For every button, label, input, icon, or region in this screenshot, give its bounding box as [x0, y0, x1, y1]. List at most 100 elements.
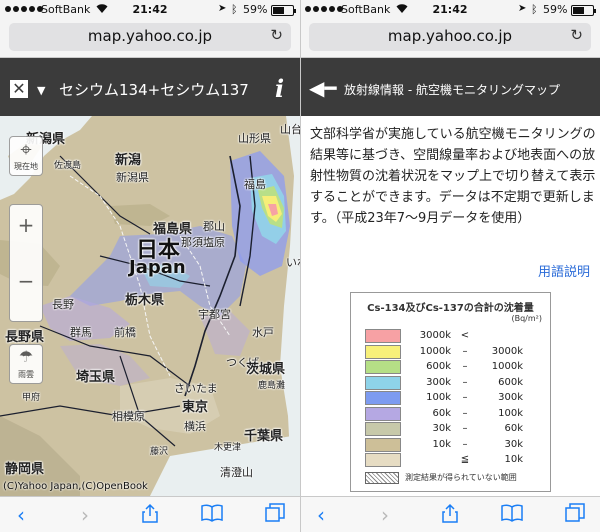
- map-screen: SoftBank 21:42 ➤ ᛒ 59% map.yahoo.co.jp ↻…: [0, 0, 300, 532]
- legend-separator: ≦: [460, 454, 470, 465]
- legend-from: 30k: [432, 423, 451, 434]
- zoom-control: + −: [9, 204, 43, 322]
- map-label: 長野: [52, 298, 74, 311]
- legend-separator: –: [462, 376, 468, 388]
- status-bar: SoftBank 21:42 ➤ ᛒ 59%: [0, 0, 300, 20]
- deposition-legend: Cs-134及びCs-137の合計の沈着量 (Bq/m²) 3000k <1000…: [350, 292, 551, 492]
- glossary-link[interactable]: 用語説明: [538, 261, 590, 280]
- legend-from: [409, 454, 451, 465]
- map-header: ✕ ▼ セシウム134+セシウム137 i: [0, 58, 300, 116]
- legend-to: 1000k: [491, 361, 523, 372]
- legend-row: 3000k <: [365, 329, 545, 343]
- legend-separator: –: [462, 438, 468, 450]
- legend-range: 1000k – 3000k: [409, 346, 545, 357]
- zoom-out-icon[interactable]: −: [10, 269, 42, 293]
- legend-row: 600k – 1000k: [365, 360, 545, 374]
- bookmarks-icon[interactable]: [199, 503, 225, 527]
- back-icon[interactable]: ‹: [8, 503, 34, 527]
- map-label: 藤沢: [150, 447, 169, 457]
- reload-icon[interactable]: ↻: [570, 26, 583, 44]
- legend-separator: –: [462, 392, 468, 403]
- legend-range: 10k – 30k: [409, 439, 545, 450]
- location-arrow-icon: ➤: [518, 3, 527, 14]
- share-icon[interactable]: [137, 503, 163, 527]
- map-label: 鹿島灘: [258, 381, 286, 391]
- legend-unit: (Bq/m²): [511, 314, 542, 323]
- legend-no-data-label: 測定結果が得られていない範囲: [405, 473, 517, 482]
- forward-icon[interactable]: ›: [72, 503, 98, 527]
- map-label: 前橋: [114, 326, 136, 339]
- close-icon[interactable]: ✕: [10, 80, 28, 98]
- current-location-label: 現在地: [14, 162, 38, 171]
- legend-swatch: [365, 391, 401, 405]
- map-label: 福島: [244, 178, 266, 191]
- tabs-icon[interactable]: [262, 503, 288, 527]
- legend-row: 10k – 30k: [365, 437, 545, 452]
- rain-cloud-button[interactable]: ☂ 雨雲: [9, 344, 43, 384]
- address-bar: map.yahoo.co.jp ↻: [300, 20, 600, 58]
- back-arrow-icon[interactable]: ◀━: [309, 76, 336, 100]
- battery-icon: [271, 5, 296, 16]
- browser-toolbar: ‹ ›: [0, 496, 300, 532]
- map-copyright: (C)Yahoo Japan,(C)OpenBook: [3, 481, 148, 492]
- info-header: ◀━ 放射線情報 - 航空機モニタリングマップ: [300, 58, 600, 116]
- forward-icon[interactable]: ›: [372, 503, 398, 527]
- legend-range: ≦ 10k: [409, 454, 545, 465]
- legend-row: ≦ 10k: [365, 453, 545, 467]
- legend-row: 60k – 100k: [365, 406, 545, 421]
- legend-from: 100k: [426, 392, 451, 403]
- legend-row: 300k – 600k: [365, 375, 545, 390]
- info-screen: SoftBank 21:42 ➤ ᛒ 59% map.yahoo.co.jp ↻…: [300, 0, 600, 532]
- layer-dropdown-icon[interactable]: ▼: [37, 84, 45, 97]
- bluetooth-icon: ᛒ: [531, 3, 538, 16]
- info-button[interactable]: i: [275, 74, 284, 103]
- legend-range: 600k – 1000k: [409, 361, 545, 372]
- legend-range: 3000k <: [409, 330, 545, 341]
- map-label: 新潟県: [116, 171, 149, 184]
- browser-toolbar: ‹ ›: [300, 496, 600, 532]
- map-label: 栃木県: [125, 293, 165, 308]
- info-title: 放射線情報 - 航空機モニタリングマップ: [344, 83, 560, 97]
- url-field[interactable]: map.yahoo.co.jp ↻: [309, 23, 591, 51]
- legend-from: 600k: [426, 361, 451, 372]
- legend-separator: <: [460, 330, 470, 341]
- legend-from: 3000k: [419, 330, 451, 341]
- map-canvas[interactable]: 新潟県 佐渡島 新潟 新潟県 山形県 山台 福島 福島県 郡山 那須塩原 日本 …: [0, 116, 300, 496]
- back-icon[interactable]: ‹: [308, 503, 334, 527]
- layer-title[interactable]: セシウム134+セシウム137: [59, 79, 249, 100]
- legend-to: 30k: [504, 438, 523, 450]
- map-label: 横浜: [184, 420, 206, 433]
- map-label: 相模原: [112, 410, 145, 423]
- map-label: 水戸: [252, 326, 274, 339]
- legend-swatch: [365, 344, 401, 359]
- legend-to: [479, 330, 523, 341]
- legend-from: 1000k: [419, 345, 451, 357]
- location-arrow-icon: ➤: [218, 3, 227, 14]
- url-text: map.yahoo.co.jp: [387, 27, 513, 45]
- legend-row: 100k – 300k: [365, 391, 545, 405]
- legend-title: Cs-134及びCs-137の合計の沈着量: [367, 303, 534, 314]
- legend-range: 30k – 60k: [409, 423, 545, 434]
- url-field[interactable]: map.yahoo.co.jp ↻: [9, 23, 291, 51]
- legend-row: 30k – 60k: [365, 422, 545, 436]
- bookmarks-icon[interactable]: [499, 503, 525, 527]
- legend-separator: –: [462, 345, 468, 357]
- reload-icon[interactable]: ↻: [270, 26, 283, 44]
- tabs-icon[interactable]: [562, 503, 588, 527]
- legend-to: 100k: [498, 407, 523, 419]
- legend-range: 100k – 300k: [409, 392, 545, 403]
- map-label: 長野県: [5, 330, 45, 345]
- legend-swatch: [365, 329, 401, 343]
- map-label: 東京: [182, 400, 209, 415]
- bluetooth-icon: ᛒ: [231, 3, 238, 16]
- map-label: 茨城県: [246, 362, 286, 377]
- map-label: 木更津: [214, 443, 242, 453]
- legend-to: 300k: [498, 392, 523, 403]
- map-label: 千葉県: [244, 429, 284, 444]
- map-label: 群馬: [70, 326, 92, 339]
- legend-separator: –: [462, 407, 468, 419]
- map-label: 宇都宮: [198, 308, 231, 321]
- current-location-button[interactable]: ⌖ 現在地: [9, 136, 43, 176]
- zoom-in-icon[interactable]: +: [10, 213, 42, 237]
- share-icon[interactable]: [437, 503, 463, 527]
